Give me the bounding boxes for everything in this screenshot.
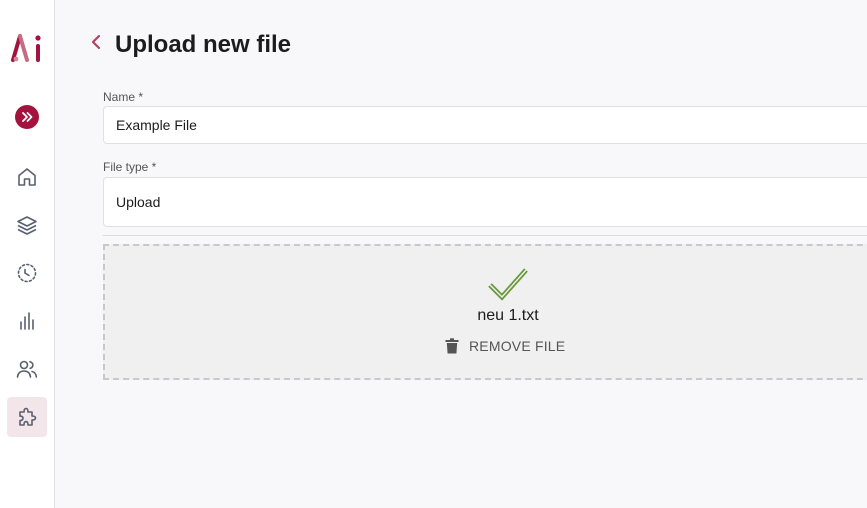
- users-icon: [16, 360, 38, 378]
- sidebar-item-time[interactable]: [7, 253, 47, 293]
- sidebar-item-analytics[interactable]: [7, 301, 47, 341]
- check-icon: [488, 268, 528, 301]
- main-content: Upload new file Name * File type * Uploa…: [55, 0, 867, 508]
- file-type-select[interactable]: Upload: [103, 177, 867, 227]
- puzzle-icon: [19, 407, 37, 426]
- divider: [103, 235, 867, 236]
- remove-file-label: REMOVE FILE: [469, 338, 566, 354]
- file-type-field-label: File type *: [103, 160, 157, 174]
- page-title: Upload new file: [115, 31, 292, 58]
- sidebar-item-layers[interactable]: [7, 205, 47, 245]
- double-chevron-right-icon: [22, 112, 33, 122]
- layers-icon: [17, 216, 37, 235]
- remove-file-button[interactable]: REMOVE FILE: [445, 335, 565, 357]
- name-field-label: Name *: [103, 90, 144, 104]
- name-input[interactable]: [116, 117, 867, 133]
- uploaded-file-name: neu 1.txt: [477, 307, 539, 324]
- sidebar-item-plugins[interactable]: [7, 397, 47, 437]
- bar-chart-icon: [20, 312, 34, 330]
- sidebar-item-users[interactable]: [7, 349, 47, 389]
- sidebar: [0, 0, 55, 508]
- trash-icon: [445, 338, 459, 354]
- sidebar-item-home[interactable]: [7, 157, 47, 197]
- home-icon: [18, 168, 36, 186]
- expand-sidebar-button[interactable]: [15, 105, 39, 129]
- name-field[interactable]: [103, 106, 867, 144]
- file-dropzone[interactable]: neu 1.txt REMOVE FILE: [103, 244, 867, 380]
- file-type-selected-value: Upload: [116, 194, 161, 210]
- back-chevron-icon[interactable]: [88, 32, 106, 52]
- time-circle-icon: [17, 263, 37, 283]
- logo: [11, 34, 41, 62]
